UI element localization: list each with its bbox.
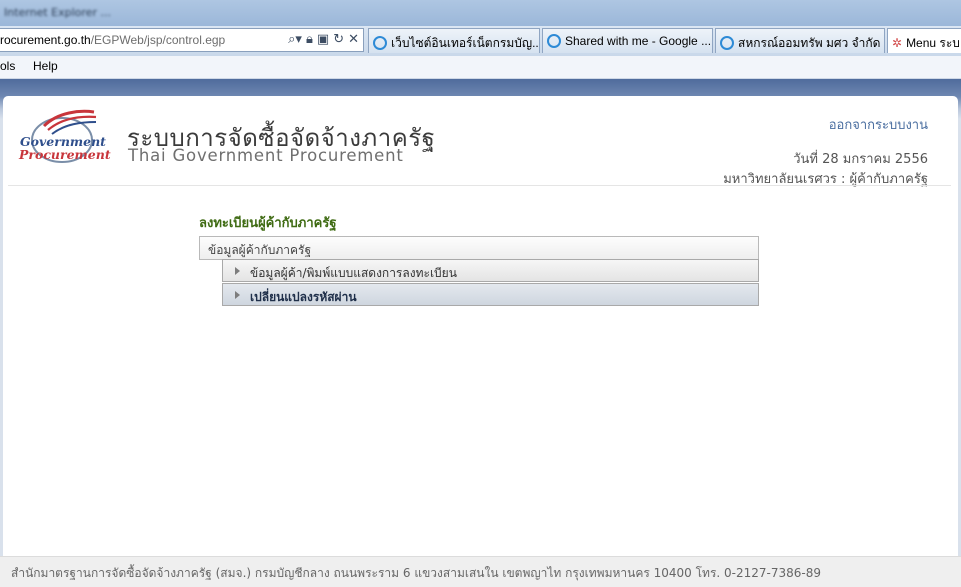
page-footer: สำนักมาตรฐานการจัดซื้อจัดจ้างภาครัฐ (สมจ… — [0, 556, 961, 587]
section-title: ลงทะเบียนผู้ค้ากับภาครัฐ — [199, 216, 337, 231]
lock-icon[interactable]: 🔒︎ — [306, 31, 313, 49]
tab-menu-active[interactable]: ✲ Menu ระบ — [887, 28, 961, 53]
current-date: วันที่ 28 มกราคม 2556 — [793, 152, 928, 167]
browser-menu-bar: ols Help — [0, 56, 961, 79]
header-divider — [8, 185, 951, 186]
menu-item-label: ข้อมูลผู้ค้า/พิมพ์แบบแสดงการลงทะเบียน — [250, 266, 457, 280]
government-procurement-logo: Government Procurement — [18, 109, 111, 163]
browser-title: Internet Explorer ... — [4, 6, 111, 19]
site-title-english: Thai Government Procurement — [128, 146, 404, 165]
logo-text-line2: Procurement — [18, 147, 111, 162]
browser-title-bar: Internet Explorer ... — [0, 0, 961, 26]
refresh-icon[interactable]: ↻ — [333, 31, 344, 49]
menu-item-label: เปลี่ยนแปลงรหัสผ่าน — [250, 290, 357, 304]
menu-help[interactable]: Help — [33, 59, 58, 73]
tab-cooperative[interactable]: สหกรณ์ออมทรัพ มศว จำกัด — [715, 28, 885, 53]
egp-favicon-icon: ✲ — [892, 36, 903, 50]
caret-right-icon — [235, 267, 240, 275]
ie-icon — [547, 34, 561, 48]
address-path: /EGPWeb/jsp/control.egp — [90, 33, 226, 47]
tab-label: สหกรณ์ออมทรัพ มศว จำกัด — [738, 36, 881, 50]
menu-item-change-password[interactable]: เปลี่ยนแปลงรหัสผ่าน — [222, 283, 759, 306]
tab-label: เว็บไซต์อินเทอร์เน็ตกรมบัญ... — [391, 36, 540, 50]
address-bar[interactable]: rocurement.go.th/EGPWeb/jsp/control.egp … — [0, 28, 364, 52]
search-icon[interactable]: ⌕▾ — [288, 31, 302, 49]
address-controls: ⌕▾ 🔒︎ ▣ ↻ ✕ — [288, 31, 359, 49]
compat-view-icon[interactable]: ▣ — [317, 31, 329, 49]
tab-egp-website[interactable]: เว็บไซต์อินเทอร์เน็ตกรมบัญ... — [368, 28, 540, 53]
browser-nav-row: rocurement.go.th/EGPWeb/jsp/control.egp … — [0, 26, 961, 56]
caret-right-icon — [235, 291, 240, 299]
ie-icon — [720, 36, 734, 50]
vendor-info-group-header[interactable]: ข้อมูลผู้ค้ากับภาครัฐ — [199, 236, 759, 260]
tab-label: Shared with me - Google ... — [565, 34, 712, 48]
tab-label: Menu ระบ — [906, 36, 960, 50]
logout-link[interactable]: ออกจากระบบงาน — [829, 114, 928, 135]
tab-google-shared[interactable]: Shared with me - Google ... — [542, 28, 713, 53]
menu-tools[interactable]: ols — [0, 59, 15, 73]
stop-icon[interactable]: ✕ — [348, 31, 359, 49]
address-host: rocurement.go.th — [0, 33, 91, 47]
menu-item-vendor-info[interactable]: ข้อมูลผู้ค้า/พิมพ์แบบแสดงการลงทะเบียน — [222, 259, 759, 282]
footer-address: สำนักมาตรฐานการจัดซื้อจัดจ้างภาครัฐ (สมจ… — [11, 566, 822, 580]
address-url[interactable]: rocurement.go.th/EGPWeb/jsp/control.egp — [0, 33, 225, 47]
ie-icon — [373, 36, 387, 50]
